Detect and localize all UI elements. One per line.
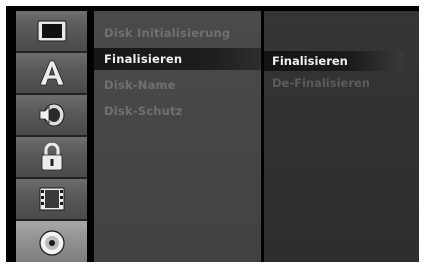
menu-item-disk-name[interactable]: Disk-Name [94,74,261,96]
menu-item-finalisieren[interactable]: Finalisieren [94,48,261,70]
category-column [16,11,87,262]
category-lock[interactable] [16,137,87,179]
film-icon [38,186,66,212]
category-audio[interactable] [16,95,87,137]
lock-icon [39,143,65,171]
settings-menu: Disk Initialisierung Finalisieren Disk-N… [94,11,261,262]
disc-icon [38,229,66,257]
category-disc[interactable] [16,221,87,262]
language-icon [37,60,67,86]
options-panel: Finalisieren De-Finalisieren [264,11,419,262]
category-display[interactable] [16,11,87,53]
osd-screen: Disk Initialisierung Finalisieren Disk-N… [6,6,419,262]
menu-item-disk-initialisierung[interactable]: Disk Initialisierung [94,22,261,44]
display-icon [37,19,67,43]
category-recording[interactable] [16,179,87,221]
option-de-finalisieren[interactable]: De-Finalisieren [264,73,404,93]
category-language[interactable] [16,53,87,95]
option-finalisieren[interactable]: Finalisieren [264,51,404,71]
menu-item-disk-schutz[interactable]: Disk-Schutz [94,100,261,122]
audio-icon [37,102,67,128]
